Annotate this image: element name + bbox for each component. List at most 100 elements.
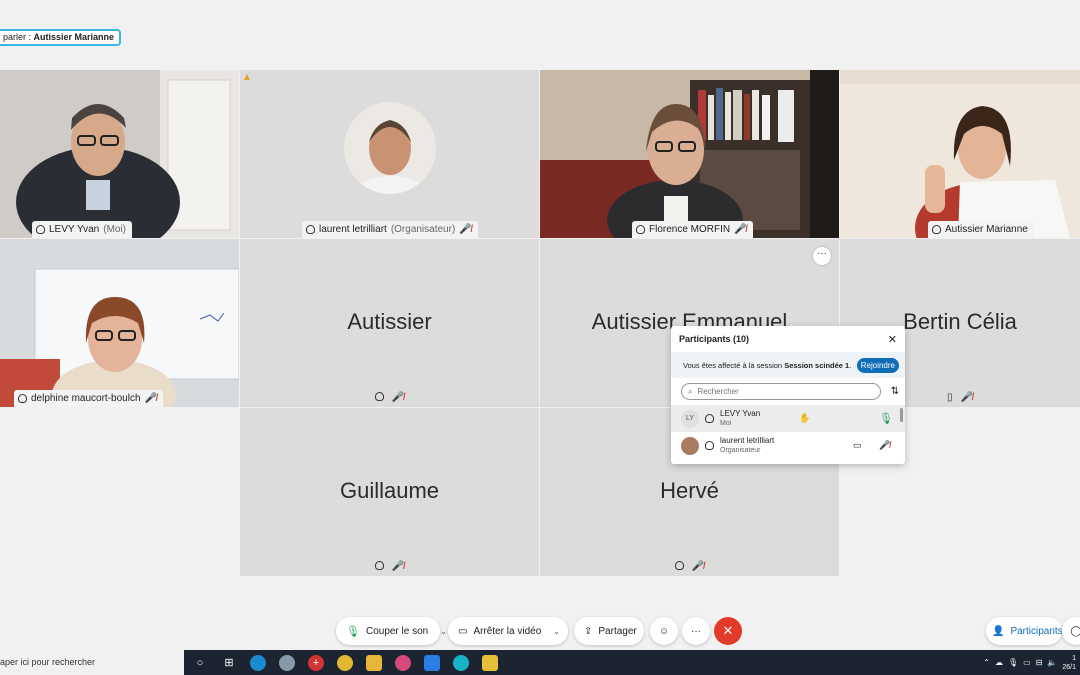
tile-status: 🎤̸ bbox=[240, 392, 539, 403]
video-tile-letrilliart[interactable]: ▲ laurent letrilliart (Organisateur) 🎤̸ bbox=[240, 70, 539, 238]
app-blue-icon[interactable] bbox=[424, 654, 440, 671]
chevron-down-icon[interactable]: ⌄ bbox=[553, 627, 560, 636]
search-icon: ⌕ bbox=[688, 386, 693, 396]
share-label: Partager bbox=[598, 625, 637, 637]
participant-name: Guillaume bbox=[339, 478, 440, 503]
mute-button[interactable]: 🎙 Couper le son ⌄ bbox=[336, 617, 447, 645]
edge-icon[interactable] bbox=[250, 654, 266, 671]
chat-button[interactable]: ◯ bbox=[1062, 617, 1080, 645]
participant-name: Florence MORFIN bbox=[649, 224, 731, 235]
participant-row[interactable]: laurent letrilliart Organisateur ▭ 🎤̸ bbox=[671, 432, 905, 459]
mic-muted-icon[interactable]: 🎤̸ bbox=[879, 440, 890, 451]
reactions-button[interactable]: ☺ bbox=[650, 617, 678, 645]
video-camera-icon[interactable]: ▭ bbox=[853, 440, 862, 451]
active-speaker-label: parler : Autissier Marianne bbox=[0, 29, 122, 46]
app-colorful-icon[interactable] bbox=[395, 654, 411, 671]
breakout-banner: Vous êtes affecté à la session Session s… bbox=[671, 352, 905, 378]
taskbar: aper ici pour rechercher ○ ⊞ + ⌃ ☁ 🎙 ▭ ⊟… bbox=[0, 650, 1080, 675]
clock-time: 1 bbox=[1072, 654, 1076, 662]
more-button[interactable]: ··· bbox=[682, 617, 710, 645]
join-button[interactable]: Rejoindre bbox=[856, 357, 899, 373]
participant-role: (Organisateur) bbox=[390, 224, 456, 235]
video-tile-levy[interactable]: LEVY Yvan (Moi) bbox=[0, 70, 239, 238]
battery-icon[interactable]: ▭ bbox=[1023, 658, 1031, 667]
panel-header: Participants (10) ✕ bbox=[671, 326, 905, 352]
headset-icon bbox=[36, 225, 45, 234]
participant-sub: Moi bbox=[720, 419, 732, 427]
volume-icon[interactable]: 🔈 bbox=[1047, 658, 1057, 667]
breakout-session-name: Session scindée 1 bbox=[784, 360, 850, 370]
participants-button[interactable]: 👤 Participants bbox=[986, 617, 1063, 645]
active-speaker-name: Autissier Marianne bbox=[33, 32, 115, 42]
avatar-photo bbox=[344, 102, 436, 194]
avatar bbox=[681, 436, 699, 455]
panel-title: Participants (10) bbox=[679, 334, 750, 344]
search-row: ⌕ ⇅ bbox=[671, 378, 905, 405]
taskbar-search[interactable]: aper ici pour rechercher bbox=[0, 650, 184, 675]
headset-icon bbox=[705, 441, 714, 450]
headset-icon bbox=[674, 561, 684, 570]
phone-icon: ▯ bbox=[947, 392, 953, 403]
participant-name: delphine maucort-boulch bbox=[31, 393, 141, 404]
mute-label: Couper le son bbox=[365, 625, 429, 637]
headset-icon bbox=[636, 225, 645, 234]
participant-role: (Moi) bbox=[103, 224, 127, 235]
participants-label: Participants bbox=[1010, 625, 1063, 637]
cloud-icon[interactable]: ☁ bbox=[995, 658, 1003, 667]
video-feed-marianne bbox=[840, 70, 1080, 238]
search-field[interactable]: ⌕ bbox=[681, 383, 881, 400]
mic-muted-icon: 🎤̸ bbox=[691, 561, 705, 572]
video-feed-maucort bbox=[0, 239, 239, 407]
more-options-button[interactable]: ··· bbox=[813, 247, 831, 265]
mic-muted-icon: 🎤̸ bbox=[391, 392, 405, 403]
participant-name: LEVY Yvan bbox=[720, 408, 761, 418]
video-tile-maucort[interactable]: delphine maucort-boulch 🎤̸ bbox=[0, 239, 239, 407]
mic-muted-icon: 🎤̸ bbox=[391, 561, 405, 572]
participant-row[interactable]: LY LEVY Yvan Moi ✋ 🎙 bbox=[671, 405, 905, 432]
close-icon[interactable]: ✕ bbox=[888, 333, 897, 346]
raise-hand-icon[interactable]: ✋ bbox=[799, 413, 810, 424]
sort-icon[interactable]: ⇅ bbox=[891, 386, 899, 397]
share-icon: ⇪ bbox=[584, 625, 593, 637]
participant-name: laurent letrilliart bbox=[720, 435, 775, 445]
chevron-down-icon[interactable]: ⌄ bbox=[440, 627, 447, 636]
chat-icon: ◯ bbox=[1070, 625, 1080, 637]
video-tile-marianne[interactable]: Autissier Marianne bbox=[840, 70, 1080, 238]
system-tray: ⌃ ☁ 🎙 ▭ ⊟ 🔈 1 26/1 bbox=[983, 650, 1076, 675]
emoji-icon: ☺ bbox=[658, 625, 670, 637]
tile-guillaume[interactable]: Guillaume 🎤̸ bbox=[240, 408, 539, 576]
clock[interactable]: 1 26/1 bbox=[1062, 654, 1076, 672]
participant-info: laurent letrilliart Organisateur bbox=[720, 436, 802, 456]
microphone-icon[interactable]: 🎙 bbox=[1008, 658, 1018, 667]
scrollbar[interactable] bbox=[900, 408, 903, 422]
search-input[interactable] bbox=[697, 387, 874, 396]
share-button[interactable]: ⇪ Partager bbox=[574, 617, 644, 645]
video-label: Arrêter la vidéo bbox=[473, 625, 542, 637]
end-call-button[interactable]: ✕ bbox=[714, 617, 742, 645]
avatar-letrilliart bbox=[344, 102, 436, 194]
task-view-icon[interactable]: ○ bbox=[192, 655, 208, 671]
breakout-prefix: Vous êtes affecté à la session bbox=[683, 360, 785, 370]
mic-on-icon[interactable]: 🎙 bbox=[879, 412, 893, 425]
chrome-icon[interactable] bbox=[337, 654, 353, 671]
file-explorer-icon[interactable] bbox=[366, 654, 382, 671]
video-camera-icon: ▭ bbox=[458, 625, 468, 637]
stop-video-button[interactable]: ▭ Arrêter la vidéo ⌄ bbox=[448, 617, 568, 645]
app-yellow-icon[interactable] bbox=[482, 654, 498, 671]
headset-icon bbox=[932, 225, 941, 234]
name-pill-marianne: Autissier Marianne bbox=[928, 221, 1034, 238]
headset-icon bbox=[18, 394, 27, 403]
tile-autissier[interactable]: Autissier 🎤̸ bbox=[240, 239, 539, 407]
participant-name: laurent letrilliart bbox=[319, 224, 387, 235]
chevron-up-icon[interactable]: ⌃ bbox=[983, 658, 990, 667]
webex-icon[interactable] bbox=[453, 654, 469, 671]
video-tile-morfin[interactable]: Florence MORFIN 🎤̸ bbox=[540, 70, 839, 238]
active-speaker-prefix: parler : bbox=[3, 32, 34, 42]
clock-date: 26/1 bbox=[1062, 663, 1076, 671]
app-red-icon[interactable]: + bbox=[308, 654, 324, 671]
app-icon[interactable] bbox=[279, 654, 295, 671]
tile-status: 🎤̸ bbox=[540, 561, 839, 572]
microphone-icon: 🎙 bbox=[346, 625, 360, 638]
network-icon[interactable]: ⊟ bbox=[1036, 658, 1043, 667]
widgets-icon[interactable]: ⊞ bbox=[221, 655, 237, 671]
